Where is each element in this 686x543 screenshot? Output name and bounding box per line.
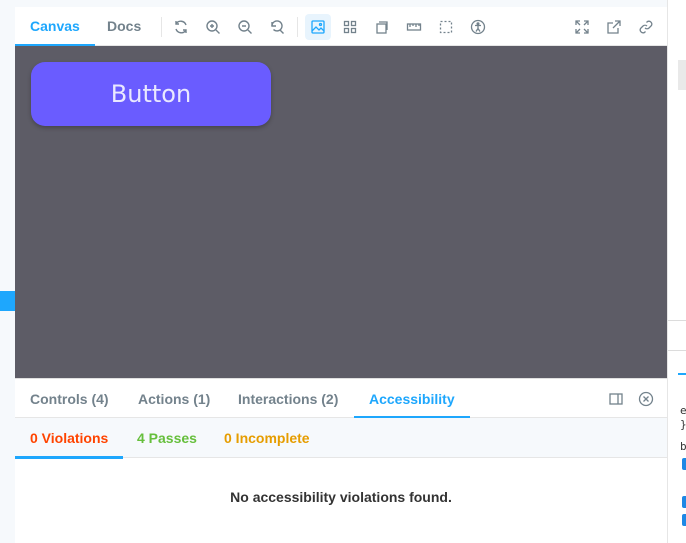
toolbar-separator [161,17,162,37]
reset-zoom-icon[interactable] [264,14,290,40]
tab-accessibility[interactable]: Accessibility [354,379,470,419]
toolbar-separator [297,17,298,37]
reload-icon[interactable] [168,14,194,40]
tab-interactions[interactable]: Interactions (2) [238,379,338,419]
checkbox[interactable] [682,458,686,470]
code-text: } [680,418,686,431]
tab-docs[interactable]: Docs [107,7,141,46]
fullscreen-icon[interactable] [569,14,595,40]
tab-violations[interactable]: 0 Violations [14,418,124,459]
measure-icon[interactable] [401,14,427,40]
zoom-in-icon[interactable] [200,14,226,40]
demo-button[interactable]: Button [31,62,271,126]
accessibility-results-tabs: 0 Violations 4 Passes 0 Incomplete [14,418,667,459]
tab-actions[interactable]: Actions (1) [138,379,210,419]
divider [668,350,686,351]
right-side-panel: e } b [667,0,686,543]
addons-panel-tabs: Controls (4) Actions (1) Interactions (2… [15,378,667,419]
grid-icon[interactable] [337,14,363,40]
storybook-preview-panel: Canvas Docs Button Controls (4) Actions … [14,7,667,543]
divider [668,320,686,321]
close-panel-icon[interactable] [633,386,659,412]
no-violations-message: No accessibility violations found. [230,489,452,505]
active-indicator [678,373,686,375]
open-new-tab-icon[interactable] [601,14,627,40]
zoom-out-icon[interactable] [232,14,258,40]
story-canvas: Button [15,46,667,378]
tab-incomplete[interactable]: 0 Incomplete [224,418,310,458]
background-icon[interactable] [305,14,331,40]
code-text: e [680,404,686,417]
preview-toolbar: Canvas Docs [15,7,667,47]
left-edge-accent [0,291,15,311]
copy-link-icon[interactable] [633,14,659,40]
viewport-icon[interactable] [433,14,459,40]
code-text: b [680,440,686,453]
outline-icon[interactable] [369,14,395,40]
panel-orientation-icon[interactable] [603,386,629,412]
scroll-handle[interactable] [678,60,686,90]
accessibility-icon[interactable] [465,14,491,40]
tab-controls[interactable]: Controls (4) [30,379,109,419]
tab-passes[interactable]: 4 Passes [137,418,197,458]
checkbox[interactable] [682,496,686,508]
tab-canvas[interactable]: Canvas [15,7,95,47]
checkbox[interactable] [682,514,686,526]
